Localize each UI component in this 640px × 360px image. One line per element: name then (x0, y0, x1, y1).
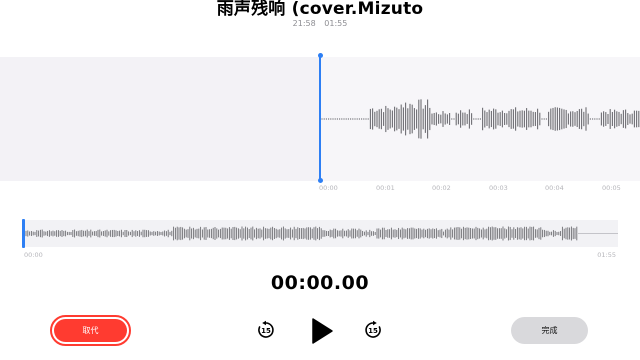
overview-playhead[interactable] (22, 219, 25, 248)
time-label: 00:02 (432, 184, 451, 192)
waveform-overview[interactable] (22, 220, 618, 247)
time-label: 00:00 (319, 184, 338, 192)
skip-forward-seconds: 15 (368, 327, 378, 335)
playhead[interactable] (319, 56, 321, 182)
playhead-top-handle[interactable] (317, 53, 323, 58)
time-label: 00:05 (602, 184, 621, 192)
play-button[interactable] (309, 317, 335, 345)
done-button[interactable]: 完成 (511, 317, 588, 344)
time-label: 00:04 (545, 184, 564, 192)
playhead-bottom-handle[interactable] (317, 178, 323, 183)
skip-back-seconds: 15 (261, 327, 271, 335)
skip-forward-15-button[interactable]: 15 (363, 320, 383, 340)
skip-back-15-button[interactable]: 15 (256, 320, 276, 340)
overview-waveform[interactable] (22, 220, 618, 247)
time-label: 00:03 (489, 184, 508, 192)
overview-start-time: 00:00 (24, 251, 43, 259)
time-label: 00:01 (376, 184, 395, 192)
recording-date: 21:58 (292, 19, 316, 28)
replace-button[interactable]: 取代 (50, 315, 131, 346)
waveform-time-ruler: 00:00 00:01 00:02 00:03 00:04 00:05 (0, 184, 640, 194)
recording-meta: 21:58 01:55 (0, 19, 640, 28)
current-time: 00:00.00 (270, 272, 370, 294)
recording-title: 雨声残响 (cover.Mizuto (216, 0, 424, 19)
replace-button-label: 取代 (54, 319, 127, 342)
skip-forward-icon: 15 (365, 320, 381, 338)
play-icon (312, 318, 333, 344)
skip-back-icon: 15 (258, 320, 274, 338)
overview-end-time: 01:55 (597, 251, 616, 259)
recording-duration: 01:55 (324, 19, 348, 28)
